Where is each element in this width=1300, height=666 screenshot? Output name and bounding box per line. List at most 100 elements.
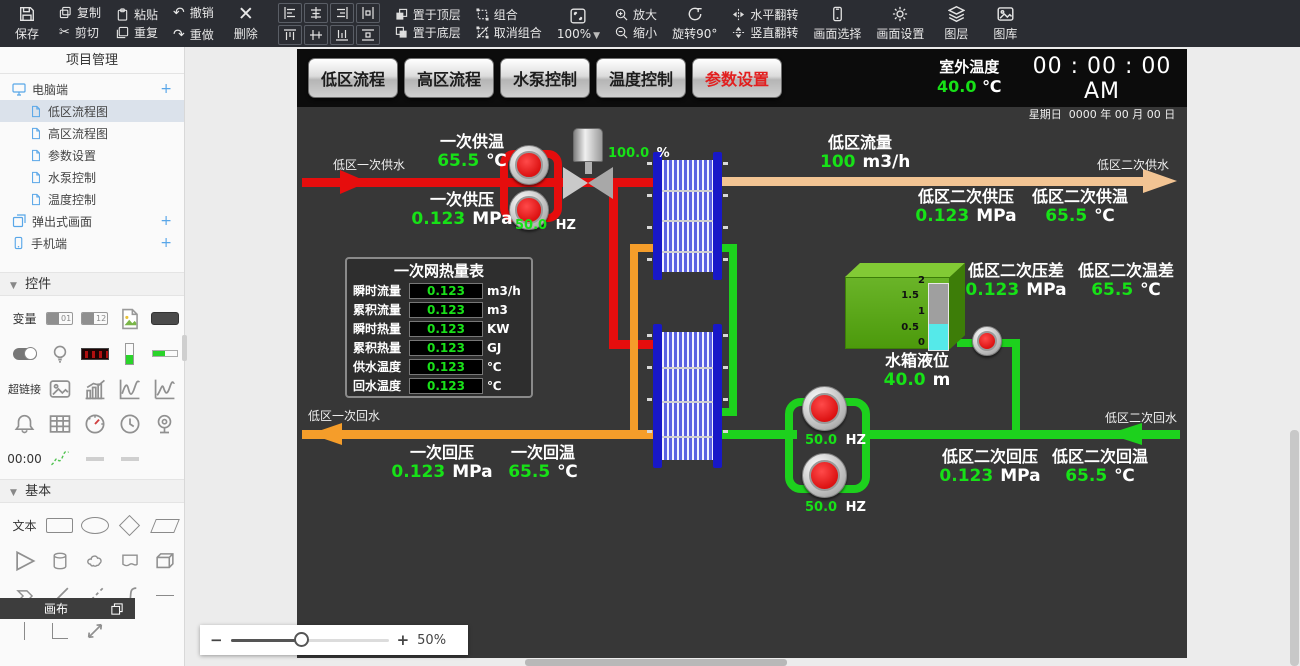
layers-button[interactable]: 图层 [939, 5, 973, 42]
tree-item-pump-control[interactable]: 水泵控制 [0, 166, 184, 188]
control-gauge[interactable] [78, 407, 111, 440]
tree-item-temperature-control[interactable]: 温度控制 [0, 188, 184, 210]
control-progress-bar[interactable] [148, 337, 181, 370]
control-clock[interactable] [113, 407, 146, 440]
flip-vertical-button[interactable]: 竖直翻转 [732, 26, 798, 40]
scada-canvas[interactable]: 低区流程 高区流程 水泵控制 温度控制 参数设置 室外温度 40.0 ℃ 00 … [297, 49, 1187, 658]
control-image[interactable] [43, 372, 76, 405]
group-button[interactable]: 组合 [476, 8, 542, 22]
control-image-file[interactable] [113, 302, 146, 335]
control-hyperlink[interactable]: 超链接 [8, 372, 41, 405]
tree-item-high-zone-flow[interactable]: 高区流程图 [0, 122, 184, 144]
shape-parallelogram[interactable] [148, 509, 181, 542]
water-tank[interactable]: 2 1.5 1 0.5 0 [845, 263, 965, 349]
add-mobile-icon[interactable]: + [160, 235, 172, 251]
tree-item-low-zone-flow[interactable]: 低区流程图 [0, 100, 184, 122]
paste-button[interactable]: 粘贴 [116, 8, 158, 22]
screen-settings-button[interactable]: 画面设置 [876, 5, 924, 42]
bring-front-button[interactable]: 置于顶层 [395, 8, 461, 22]
add-page-icon[interactable]: + [160, 81, 172, 97]
align-right-button[interactable] [330, 3, 354, 23]
control-text-widget-b[interactable] [113, 442, 146, 475]
controls-section-header[interactable]: ▼ 控件 [0, 272, 184, 296]
zoom-minus-icon[interactable]: − [210, 631, 223, 649]
zoom-level-select[interactable]: 100%▼ [557, 7, 600, 41]
align-left-button[interactable] [278, 3, 302, 23]
tank-drop-pipe[interactable] [1012, 339, 1020, 434]
copy-button[interactable]: 复制 [59, 6, 101, 20]
control-button-widget[interactable] [148, 302, 181, 335]
control-bar-chart[interactable] [78, 372, 111, 405]
flip-horizontal-button[interactable]: 水平翻转 [732, 8, 798, 22]
heat-exchanger-2[interactable] [653, 332, 722, 460]
nav-parameter-settings[interactable]: 参数设置 [692, 58, 782, 98]
nav-pump-control[interactable]: 水泵控制 [500, 58, 590, 98]
makeup-pump[interactable] [972, 326, 1002, 356]
control-toggle[interactable] [8, 337, 41, 370]
control-valve[interactable] [588, 167, 613, 199]
hx1-return-drop[interactable] [630, 244, 638, 434]
nav-low-zone-flow[interactable]: 低区流程 [308, 58, 398, 98]
shape-text[interactable]: 文本 [8, 509, 41, 542]
zoom-slider-track[interactable] [231, 639, 389, 642]
tree-item-parameter-settings[interactable]: 参数设置 [0, 144, 184, 166]
duplicate-button[interactable]: 重复 [116, 26, 158, 40]
align-center-button[interactable] [304, 3, 328, 23]
shape-triangle[interactable] [8, 544, 41, 577]
primary-return-pipe[interactable] [302, 430, 662, 439]
shape-ellipse[interactable] [78, 509, 111, 542]
control-camera[interactable] [148, 407, 181, 440]
shape-cube[interactable] [148, 544, 181, 577]
screen-select-button[interactable]: 画面选择 [813, 5, 861, 42]
control-bulb[interactable] [43, 337, 76, 370]
secondary-supply-pipe[interactable] [722, 177, 1147, 186]
align-top-button[interactable] [278, 25, 302, 45]
control-led-display[interactable] [78, 337, 111, 370]
control-switch-01[interactable]: 01 [43, 302, 76, 335]
tree-item-popup-screens[interactable]: 弹出式画面 + [0, 210, 184, 232]
distribute-v-button[interactable] [356, 25, 380, 45]
control-text-widget-a[interactable] [78, 442, 111, 475]
horizontal-scrollbar[interactable] [525, 659, 787, 666]
delete-button[interactable]: ✕ 删除 [229, 5, 263, 42]
zoom-slider-handle[interactable] [294, 632, 309, 647]
control-realtime-curve[interactable] [43, 442, 76, 475]
align-middle-button[interactable] [304, 25, 328, 45]
zoom-in-button[interactable]: 放大 [615, 8, 657, 22]
sidebar-resize-handle[interactable] [182, 335, 187, 361]
distribute-h-button[interactable] [356, 3, 380, 23]
tree-item-mobile[interactable]: 手机端 + [0, 232, 184, 254]
send-back-button[interactable]: 置于底层 [395, 26, 461, 40]
primary-drop-pipe[interactable] [609, 183, 618, 349]
control-switch-12[interactable]: 12 [78, 302, 111, 335]
shape-cylinder[interactable] [43, 544, 76, 577]
control-time-display[interactable]: 00:00 [8, 442, 41, 475]
gallery-button[interactable]: 图库 [988, 5, 1022, 42]
shape-cloud[interactable] [78, 544, 111, 577]
align-bottom-button[interactable] [330, 25, 354, 45]
nav-high-zone-flow[interactable]: 高区流程 [404, 58, 494, 98]
tree-item-pc[interactable]: 电脑端 + [0, 78, 184, 100]
undo-button[interactable]: ↶ 撤销 [173, 4, 214, 22]
control-level-meter[interactable] [113, 337, 146, 370]
shape-rectangle[interactable] [43, 509, 76, 542]
cut-button[interactable]: ✂ 剪切 [59, 24, 101, 42]
zoom-out-button[interactable]: 缩小 [615, 26, 657, 40]
nav-temperature-control[interactable]: 温度控制 [596, 58, 686, 98]
heat-exchanger-1[interactable] [653, 160, 722, 272]
shape-diamond[interactable] [113, 509, 146, 542]
shape-flag[interactable] [113, 544, 146, 577]
vertical-scrollbar[interactable] [1290, 430, 1299, 666]
valve-actuator[interactable] [573, 128, 603, 162]
add-popup-icon[interactable]: + [160, 213, 172, 229]
control-curve-chart[interactable] [113, 372, 146, 405]
return-pump-2[interactable] [802, 453, 847, 498]
control-trend-chart[interactable] [148, 372, 181, 405]
control-variable[interactable]: 变量 [8, 302, 41, 335]
save-button[interactable]: 保存 [10, 5, 44, 42]
rotate-90-button[interactable]: 旋转90° [672, 5, 717, 42]
control-table[interactable] [43, 407, 76, 440]
ungroup-button[interactable]: 取消组合 [476, 26, 542, 40]
hx-link-drop[interactable] [729, 244, 737, 416]
redo-button[interactable]: ↷ 重做 [173, 26, 214, 44]
